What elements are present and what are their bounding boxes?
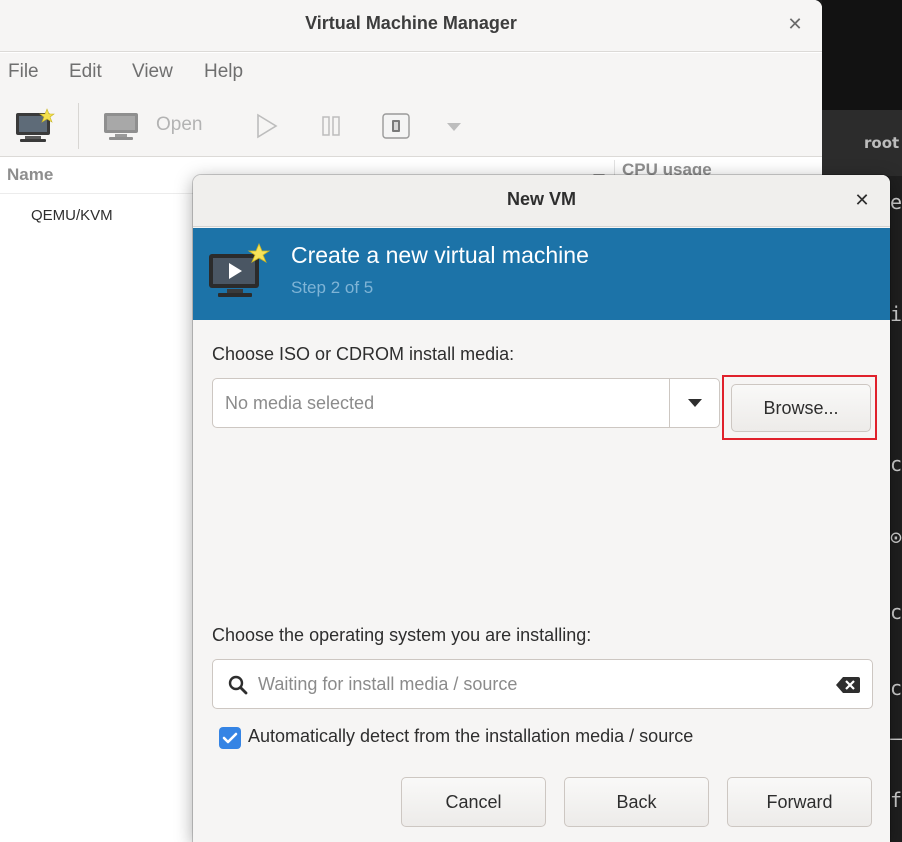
chevron-down-icon[interactable]: [444, 121, 464, 133]
terminal-text: ⊙: [890, 525, 902, 549]
browse-highlight-box: [722, 375, 877, 440]
media-dropdown-button[interactable]: [670, 379, 720, 427]
terminal-text: c: [890, 452, 902, 476]
os-label: Choose the operating system you are inst…: [212, 625, 592, 645]
shutdown-icon[interactable]: [381, 112, 411, 140]
manager-title: Virtual Machine Manager: [305, 13, 517, 33]
manager-close-icon[interactable]: ✕: [782, 12, 808, 38]
install-media-label: Choose ISO or CDROM install media:: [212, 344, 515, 364]
play-icon[interactable]: [255, 113, 279, 139]
auto-detect-checkbox[interactable]: [219, 727, 241, 749]
terminal-text: c: [890, 676, 902, 700]
terminal-title: root: [864, 134, 900, 152]
new-vm-toolbar-icon[interactable]: [14, 108, 56, 144]
manager-titlebar: Virtual Machine Manager ✕: [0, 0, 822, 52]
toolbar-separator: [78, 103, 79, 149]
clear-icon[interactable]: [835, 674, 861, 696]
os-search-input[interactable]: [258, 672, 818, 696]
wizard-banner: Create a new virtual machine Step 2 of 5: [193, 228, 890, 320]
terminal-text: e: [890, 190, 902, 214]
chevron-down-icon: [688, 399, 702, 407]
terminal-header: root: [822, 110, 902, 176]
open-button-label[interactable]: Open: [156, 114, 202, 136]
banner-title: Create a new virtual machine: [291, 242, 589, 268]
menu-file[interactable]: File: [8, 61, 39, 83]
install-media-input[interactable]: [225, 391, 665, 415]
forward-button[interactable]: Forward: [727, 777, 872, 827]
monitor-icon[interactable]: [102, 110, 140, 142]
auto-detect-label[interactable]: Automatically detect from the installati…: [248, 726, 693, 747]
dialog-titlebar: New VM ✕: [193, 175, 890, 227]
menu-view[interactable]: View: [132, 61, 173, 83]
terminal-text: c: [890, 600, 902, 624]
terminal-text: f: [890, 788, 902, 812]
terminal-top-area: [822, 0, 902, 110]
terminal-text: i: [890, 302, 902, 326]
back-button[interactable]: Back: [564, 777, 709, 827]
checkmark-icon: [222, 732, 238, 744]
banner-step: Step 2 of 5: [291, 278, 374, 297]
terminal-text: –: [890, 726, 902, 750]
search-icon: [228, 675, 248, 695]
dialog-close-icon[interactable]: ✕: [849, 188, 875, 214]
os-search-box[interactable]: [212, 659, 873, 709]
menu-help[interactable]: Help: [204, 61, 243, 83]
cancel-button[interactable]: Cancel: [401, 777, 546, 827]
pause-icon[interactable]: [320, 114, 342, 138]
menu-edit[interactable]: Edit: [69, 61, 102, 83]
new-vm-banner-icon: [209, 242, 271, 297]
column-name[interactable]: Name: [7, 165, 53, 185]
new-vm-dialog: New VM ✕ Create a new virtual machine St…: [193, 175, 890, 842]
install-media-combo[interactable]: [212, 378, 720, 428]
connection-qemu-kvm[interactable]: QEMU/KVM: [31, 207, 113, 224]
menubar: [0, 53, 822, 95]
dialog-title: New VM: [506, 189, 576, 209]
